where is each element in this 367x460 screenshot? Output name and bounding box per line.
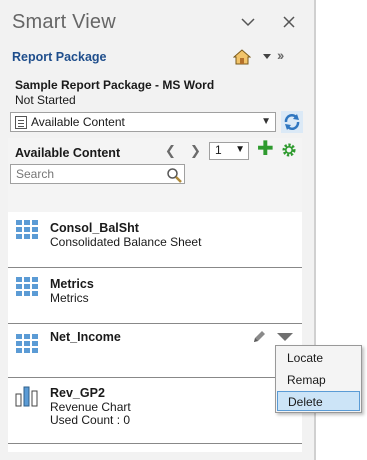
page-select[interactable]: 1 ▼ bbox=[209, 142, 249, 160]
available-content-heading: Available Content bbox=[15, 146, 121, 160]
item-used-count: Used Count : 0 bbox=[50, 413, 131, 427]
item-dropdown-icon[interactable] bbox=[277, 333, 293, 341]
list-item[interactable]: Net_Income bbox=[8, 324, 302, 378]
grid-icon bbox=[16, 220, 38, 240]
home-dropdown-caret-icon[interactable] bbox=[263, 54, 271, 59]
list-item[interactable]: Metrics Metrics bbox=[8, 268, 302, 324]
item-name: Rev_GP2 bbox=[50, 386, 105, 400]
home-icon[interactable] bbox=[232, 48, 252, 66]
close-icon[interactable] bbox=[279, 12, 299, 32]
package-status: Not Started bbox=[15, 93, 76, 107]
smart-view-panel: Smart View Report Package ›› Sample Repo… bbox=[0, 0, 314, 460]
menu-item-remap[interactable]: Remap bbox=[277, 370, 360, 390]
divider bbox=[8, 443, 302, 444]
item-description: Metrics bbox=[50, 291, 89, 305]
context-menu: Locate Remap Delete bbox=[275, 345, 362, 413]
search-icon[interactable] bbox=[166, 167, 182, 183]
search-input[interactable]: Search bbox=[10, 164, 185, 184]
chevron-left-icon[interactable]: ❮ bbox=[165, 143, 176, 159]
gear-icon[interactable] bbox=[281, 142, 297, 158]
grid-icon bbox=[16, 334, 38, 354]
content-select[interactable]: Available Content ▼ bbox=[10, 112, 276, 132]
page-select-value: 1 bbox=[215, 143, 222, 157]
available-content-area: Available Content ❮ ❯ 1 ▼ ✚ Search Conso… bbox=[8, 138, 302, 452]
refresh-icon[interactable] bbox=[281, 111, 303, 133]
chevron-down-icon: ▼ bbox=[261, 116, 271, 127]
edit-icon[interactable] bbox=[251, 329, 267, 345]
document-icon bbox=[15, 115, 27, 129]
package-name: Sample Report Package - MS Word bbox=[15, 78, 215, 92]
menu-item-locate[interactable]: Locate bbox=[277, 348, 360, 368]
search-placeholder: Search bbox=[16, 167, 55, 181]
item-name: Net_Income bbox=[50, 330, 121, 344]
list-item[interactable]: Rev_GP2 Revenue Chart Used Count : 0 bbox=[8, 378, 302, 444]
item-name: Metrics bbox=[50, 277, 94, 291]
add-icon[interactable]: ✚ bbox=[257, 139, 274, 159]
double-chevron-right-icon[interactable]: ›› bbox=[277, 47, 284, 63]
available-content-header: Available Content ❮ ❯ 1 ▼ ✚ Search bbox=[8, 138, 302, 212]
menu-item-delete[interactable]: Delete bbox=[277, 391, 360, 411]
content-select-value: Available Content bbox=[31, 115, 125, 129]
item-name: Consol_BalSht bbox=[50, 221, 139, 235]
report-package-link[interactable]: Report Package bbox=[12, 50, 106, 64]
chevron-down-icon[interactable] bbox=[238, 12, 258, 32]
grid-icon bbox=[16, 277, 38, 297]
chevron-right-icon[interactable]: ❯ bbox=[190, 143, 201, 159]
list-item[interactable]: Consol_BalSht Consolidated Balance Sheet bbox=[8, 212, 302, 268]
chevron-down-icon: ▼ bbox=[235, 144, 245, 155]
item-description: Revenue Chart bbox=[50, 400, 131, 414]
item-description: Consolidated Balance Sheet bbox=[50, 235, 202, 249]
panel-title: Smart View bbox=[12, 11, 116, 33]
bar-chart-icon bbox=[15, 385, 39, 407]
